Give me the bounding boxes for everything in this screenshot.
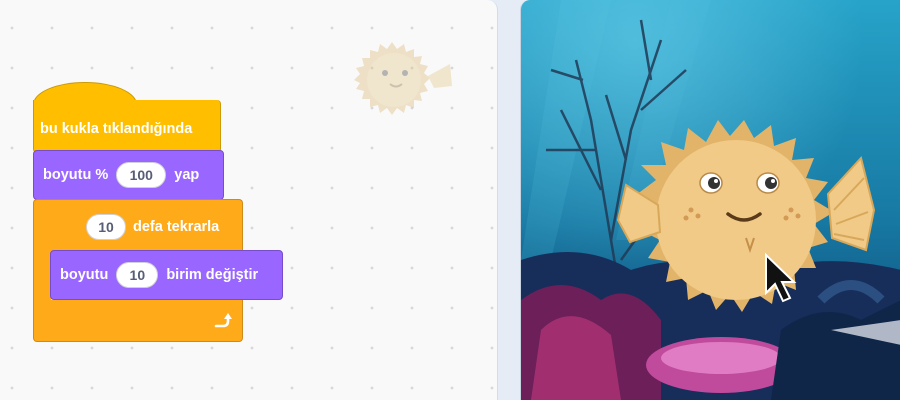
when-sprite-clicked-block[interactable]: bu kukla tıklandığında: [33, 100, 221, 153]
set-size-suffix: yap: [174, 167, 200, 183]
pufferfish-icon[interactable]: [348, 38, 456, 122]
change-size-input[interactable]: 10: [116, 262, 159, 288]
change-size-prefix: boyutu: [60, 267, 109, 283]
set-size-input[interactable]: 100: [116, 162, 167, 188]
loop-arrow-icon: [214, 312, 232, 327]
change-size-block[interactable]: boyutu 10 birim değiştir: [50, 250, 283, 300]
change-size-suffix: birim değiştir: [166, 267, 259, 283]
repeat-block-bottom[interactable]: [33, 300, 243, 342]
stage[interactable]: [520, 0, 900, 400]
code-workspace[interactable]: bu kukla tıklandığında boyutu % 100 yap …: [0, 0, 498, 400]
set-size-block[interactable]: boyutu % 100 yap: [33, 150, 224, 200]
repeat-block[interactable]: 10 defa tekrarla: [33, 199, 243, 253]
hat-block-label: bu kukla tıklandığında: [40, 121, 193, 137]
repeat-count-input[interactable]: 10: [86, 213, 126, 240]
repeat-block-arm: [33, 250, 51, 302]
stage-canvas: [521, 0, 900, 400]
set-size-prefix: boyutu %: [43, 167, 109, 183]
repeat-label: defa tekrarla: [133, 218, 220, 235]
